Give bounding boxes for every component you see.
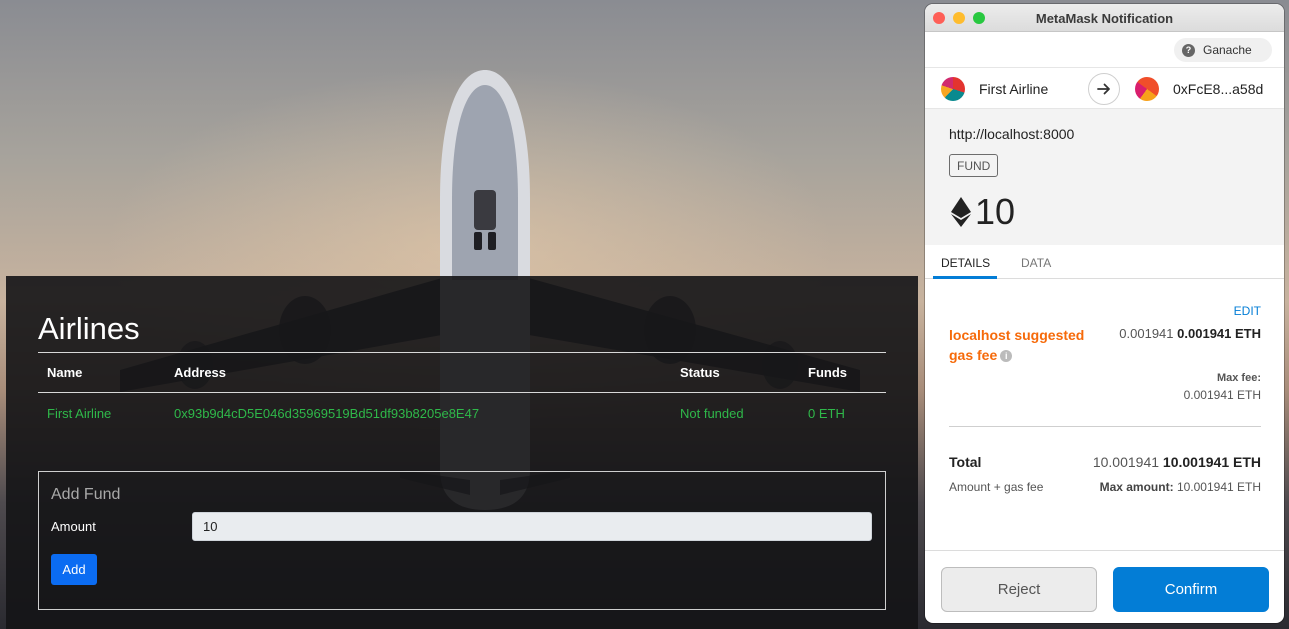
transaction-summary: http://localhost:8000 FUND 10 — [925, 109, 1284, 245]
info-icon[interactable]: i — [1000, 350, 1013, 362]
title-divider — [38, 352, 886, 353]
max-fee-label: Max fee: — [1216, 372, 1261, 384]
network-selector[interactable]: ? Ganache — [1174, 38, 1272, 62]
to-account-avatar — [1135, 77, 1159, 101]
column-header-funds: Funds — [808, 365, 847, 380]
amount-gas-label: Amount + gas fee — [949, 480, 1044, 494]
edit-gas-link[interactable]: EDIT — [1234, 304, 1261, 318]
gas-fee-primary: 0.001941 ETH — [1177, 326, 1261, 341]
tab-details[interactable]: DETAILS — [941, 256, 990, 270]
gas-fee-label-text: localhost suggested gas fee — [949, 327, 1085, 363]
total-primary: 10.001941 ETH — [1162, 454, 1261, 470]
reject-button[interactable]: Reject — [941, 567, 1097, 612]
action-footer: Reject Confirm — [925, 551, 1284, 623]
network-bar: ? Ganache — [925, 32, 1284, 68]
method-tag: FUND — [949, 154, 999, 177]
max-amount-value: 10.001941 ETH — [1176, 480, 1261, 494]
add-button[interactable]: Add — [51, 554, 97, 585]
network-name: Ganache — [1203, 43, 1252, 57]
from-account-avatar — [941, 77, 965, 101]
column-header-name: Name — [47, 365, 83, 380]
gas-fee-value: 0.001941 0.001941 ETH — [1119, 326, 1261, 341]
add-fund-form: Add Fund Amount Add — [38, 471, 886, 610]
request-origin: http://localhost:8000 — [949, 126, 1075, 142]
cell-airline-funds: 0 ETH — [808, 406, 845, 421]
amount-input[interactable] — [192, 512, 872, 541]
page-title: Airlines — [38, 311, 140, 346]
gas-fee-secondary: 0.001941 — [1119, 326, 1174, 341]
from-account-name: First Airline — [979, 81, 1049, 97]
column-header-address: Address — [174, 365, 227, 380]
total-value: 10.001941 10.001941 ETH — [1093, 454, 1261, 470]
amount-label: Amount — [51, 519, 96, 534]
column-header-status: Status — [680, 365, 720, 380]
gas-fee-label: localhost suggested gas fee i — [949, 325, 1099, 365]
account-route: First Airline 0xFcE8...a58d — [925, 68, 1284, 109]
header-divider — [38, 392, 886, 393]
eth-icon — [951, 197, 971, 227]
window-title: MetaMask Notification — [1035, 11, 1174, 26]
max-amount-label: Max amount: — [1099, 480, 1174, 494]
details-panel: EDIT localhost suggested gas fee i 0.0019… — [925, 279, 1284, 551]
metamask-window: MetaMask Notification ? Ganache First Ai… — [925, 4, 1284, 623]
to-account-address: 0xFcE8...a58d — [1173, 81, 1264, 97]
window-titlebar: MetaMask Notification — [925, 4, 1284, 32]
max-amount: Max amount: 10.001941 ETH — [1100, 480, 1261, 494]
add-fund-title: Add Fund — [51, 486, 121, 503]
transaction-amount-value: 10 — [975, 191, 1016, 232]
details-divider — [949, 426, 1261, 427]
total-secondary: 10.001941 — [1092, 454, 1160, 470]
detail-tabs: DETAILS DATA — [925, 245, 1284, 279]
confirm-button[interactable]: Confirm — [1113, 567, 1269, 612]
question-icon: ? — [1182, 43, 1195, 57]
airlines-panel: Airlines Name Address Status Funds First… — [6, 276, 918, 629]
arrow-right-icon — [1088, 73, 1120, 105]
cell-airline-address: 0x93b9d4cD5E046d35969519Bd51df93b8205e8E… — [174, 406, 480, 421]
total-label: Total — [949, 454, 982, 470]
transaction-amount: 10 — [951, 191, 1015, 233]
tab-data[interactable]: DATA — [1021, 256, 1051, 270]
cell-airline-status: Not funded — [680, 406, 744, 421]
cell-airline-name: First Airline — [47, 406, 112, 421]
max-fee-value: 0.001941 ETH — [1183, 388, 1261, 402]
